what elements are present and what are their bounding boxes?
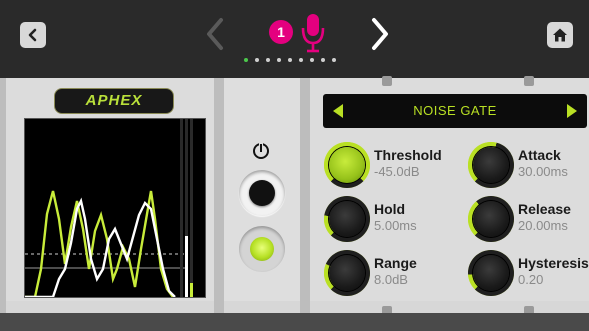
hold-label: Hold: [374, 201, 406, 217]
home-icon: [553, 28, 567, 42]
page-dot[interactable]: [255, 58, 259, 62]
gate-display-panel: APHEX: [6, 78, 214, 301]
next-channel-button[interactable]: [366, 14, 392, 54]
range-control[interactable]: Range 8.0dB: [324, 250, 464, 300]
page-dot[interactable]: [321, 58, 325, 62]
hysteresis-control[interactable]: Hysteresis 0.20: [468, 250, 589, 300]
threshold-control[interactable]: Threshold -45.0dB: [324, 142, 464, 192]
page-dot[interactable]: [266, 58, 270, 62]
waveform-plot: [25, 119, 193, 297]
release-label: Release: [518, 201, 571, 217]
enable-button[interactable]: [239, 226, 285, 272]
range-value: 8.0dB: [374, 272, 408, 287]
page-dot[interactable]: [244, 58, 248, 62]
rack-tab: [382, 76, 392, 86]
page-dot[interactable]: [277, 58, 281, 62]
threshold-value: -45.0dB: [374, 164, 420, 179]
aphex-logo: APHEX: [54, 88, 174, 114]
release-control[interactable]: Release 20.00ms: [468, 196, 589, 246]
page-dot[interactable]: [310, 58, 314, 62]
hold-control[interactable]: Hold 5.00ms: [324, 196, 464, 246]
attack-knob[interactable]: [468, 142, 514, 188]
page-dot[interactable]: [299, 58, 303, 62]
input-level-meter: [185, 236, 188, 297]
home-button[interactable]: [547, 22, 573, 48]
gate-parameters-panel: NOISE GATE Threshold -45.0dB Attack 30.0…: [310, 76, 589, 316]
hysteresis-knob[interactable]: [468, 250, 514, 296]
bypass-button-cap: [249, 180, 275, 206]
pre-gate-signal: [25, 190, 174, 297]
previous-channel-button[interactable]: [203, 14, 229, 54]
module-type-selector: NOISE GATE: [323, 94, 587, 128]
attack-value: 30.00ms: [518, 164, 568, 179]
rack-rail-center-right: [300, 78, 310, 313]
top-navigation-bar: 1: [0, 0, 589, 78]
page-dot[interactable]: [332, 58, 336, 62]
hysteresis-label: Hysteresis: [518, 255, 589, 271]
next-module-arrow[interactable]: [567, 104, 577, 118]
range-label: Range: [374, 255, 417, 271]
module-type-name: NOISE GATE: [413, 103, 497, 118]
bypass-button[interactable]: [239, 170, 285, 216]
range-knob[interactable]: [324, 250, 370, 296]
hysteresis-value: 0.20: [518, 272, 544, 287]
page-dot[interactable]: [288, 58, 292, 62]
microphone-icon: [301, 14, 325, 53]
back-button[interactable]: [20, 22, 46, 48]
hold-value: 5.00ms: [374, 218, 417, 233]
module-control-strip: [224, 78, 300, 301]
threshold-label: Threshold: [374, 147, 442, 163]
release-knob[interactable]: [468, 196, 514, 242]
hold-knob[interactable]: [324, 196, 370, 242]
channel-number-badge: 1: [269, 20, 293, 44]
rack-rail-center-left: [214, 78, 224, 313]
threshold-knob[interactable]: [324, 142, 370, 188]
gate-level-meter: [190, 283, 193, 297]
release-value: 20.00ms: [518, 218, 568, 233]
chevron-left-icon: [28, 28, 37, 42]
page-indicator: [244, 58, 336, 62]
rack-tab: [524, 76, 534, 86]
gate-waveform-display: [24, 118, 206, 298]
enable-led: [250, 237, 274, 261]
attack-label: Attack: [518, 147, 561, 163]
bottom-bar: [0, 313, 589, 331]
attack-control[interactable]: Attack 30.00ms: [468, 142, 589, 192]
effect-rack: APHEX NOISE GATE Threshold -45.0dB Attac…: [0, 76, 589, 316]
power-icon: [253, 143, 269, 159]
